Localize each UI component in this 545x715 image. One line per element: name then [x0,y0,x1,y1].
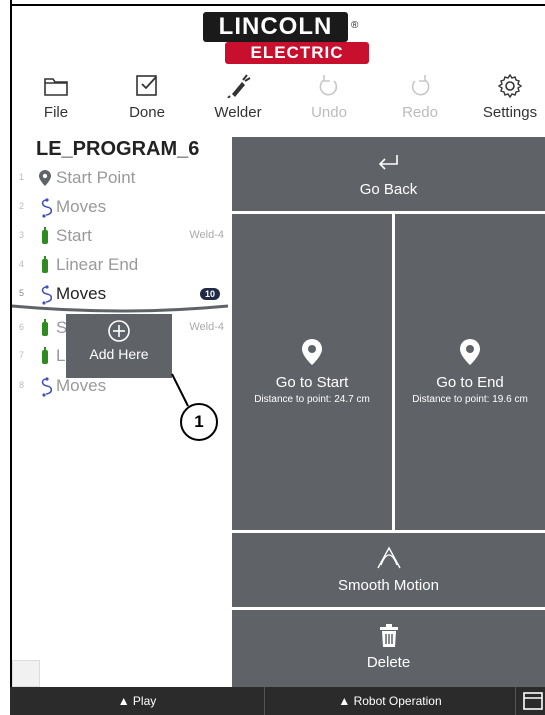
undo-label: Undo [311,104,347,121]
add-here-label: Add Here [89,346,149,362]
step-moves[interactable]: 2 Moves [12,193,232,221]
bottom-bar: ▲ Play ▲ Robot Operation [10,687,545,715]
smooth-motion-button[interactable]: Smooth Motion [232,533,545,607]
location-pin-icon [460,339,480,365]
logo-registered-mark: ® [351,20,359,31]
smooth-motion-label: Smooth Motion [338,577,439,594]
go-to-end-distance: Distance to point: 19.6 cm [412,394,528,405]
toolbar: File Done Welder Undo Redo Settings [12,72,545,132]
go-back-label: Go Back [359,181,418,198]
step-number: 3 [19,230,25,240]
welder-label: Welder [214,104,262,121]
callout-number: 1 [180,403,218,441]
step-start-point[interactable]: 1 Start Point [12,164,232,192]
move-count-badge: 10 [199,288,220,300]
redo-icon [411,75,430,96]
folder-icon [44,78,68,96]
file-button[interactable]: File [16,72,96,132]
program-title: LE_PROGRAM_6 [36,138,200,160]
undo-button[interactable]: Undo [289,72,369,132]
delete-button[interactable]: Delete [232,610,545,687]
step-label: Moves [56,197,107,216]
trash-icon [379,624,398,647]
play-tab[interactable]: ▲ Play [10,687,264,715]
step-label: L [56,346,66,365]
step-number: 2 [19,201,25,211]
step-label: Start Point [56,168,136,187]
step-label: Linear End [56,255,139,274]
weld-tag: Weld-4 [189,321,224,333]
done-button[interactable]: Done [107,72,187,132]
undo-icon [319,75,338,96]
moves-path-icon [41,198,52,218]
program-panel: LE_PROGRAM_6 1 Start Point 2 Moves 3 Sta… [12,134,232,664]
smooth-curve-icon [376,546,401,569]
robot-operation-tab[interactable]: ▲ Robot Operation [265,687,515,715]
go-to-end-button[interactable]: Go to End Distance to point: 19.6 cm [395,214,545,530]
weld-tag: Weld-4 [189,229,224,241]
go-to-start-label: Go to Start [275,374,349,391]
add-circle-icon [108,320,130,342]
app-window: LINCOLN ® ELECTRIC File Done Welder Undo… [0,0,545,715]
add-here-button[interactable]: Add Here [66,314,172,378]
done-label: Done [129,104,165,121]
location-pin-icon [302,339,322,365]
checkbox-icon [136,75,157,96]
step-label: Moves [56,376,107,395]
gear-icon [497,74,523,98]
go-to-start-button[interactable]: Go to Start Distance to point: 24.7 cm [232,214,392,530]
logo-top-text: LINCOLN [203,12,348,42]
step-number: 6 [19,322,25,332]
step-number: 4 [19,259,25,269]
moves-path-icon [41,285,52,305]
bottom-bar-divider [515,687,516,715]
step-label: Moves [56,284,107,303]
redo-button[interactable]: Redo [380,72,460,132]
step-label: Start [56,226,92,245]
map-pin-icon [39,170,51,186]
delete-label: Delete [366,654,411,671]
return-arrow-icon [378,155,398,170]
step-number: 5 [19,288,25,298]
action-panel: Go Back Go to Start Distance to point: 2… [232,137,545,687]
callout-leader-line [171,373,189,407]
go-to-end-label: Go to End [436,374,504,391]
step-number: 1 [19,172,25,182]
lincoln-electric-logo: LINCOLN ® ELECTRIC [203,12,369,64]
weld-torch-icon [42,347,48,364]
step-weld-start[interactable]: 3 Start Weld-4 [12,222,232,250]
settings-button[interactable]: Settings [470,72,545,132]
moves-path-icon [41,377,52,397]
go-to-start-distance: Distance to point: 24.7 cm [254,394,370,405]
logo-bottom-text: ELECTRIC [225,42,369,64]
weld-torch-icon [42,319,48,336]
scroll-handle[interactable] [12,660,40,687]
redo-label: Redo [402,104,438,121]
keyboard-icon[interactable] [518,689,545,713]
step-number: 7 [19,350,25,360]
step-number: 8 [19,380,25,390]
file-label: File [43,104,69,121]
weld-torch-icon [42,256,48,273]
step-linear-end[interactable]: 4 Linear End [12,251,232,279]
frame-border-top [10,4,545,6]
welder-button[interactable]: Welder [198,72,278,132]
go-back-button[interactable]: Go Back [232,137,545,211]
weld-torch-icon [42,227,48,244]
settings-label: Settings [482,104,538,121]
welding-torch-icon [227,74,251,98]
